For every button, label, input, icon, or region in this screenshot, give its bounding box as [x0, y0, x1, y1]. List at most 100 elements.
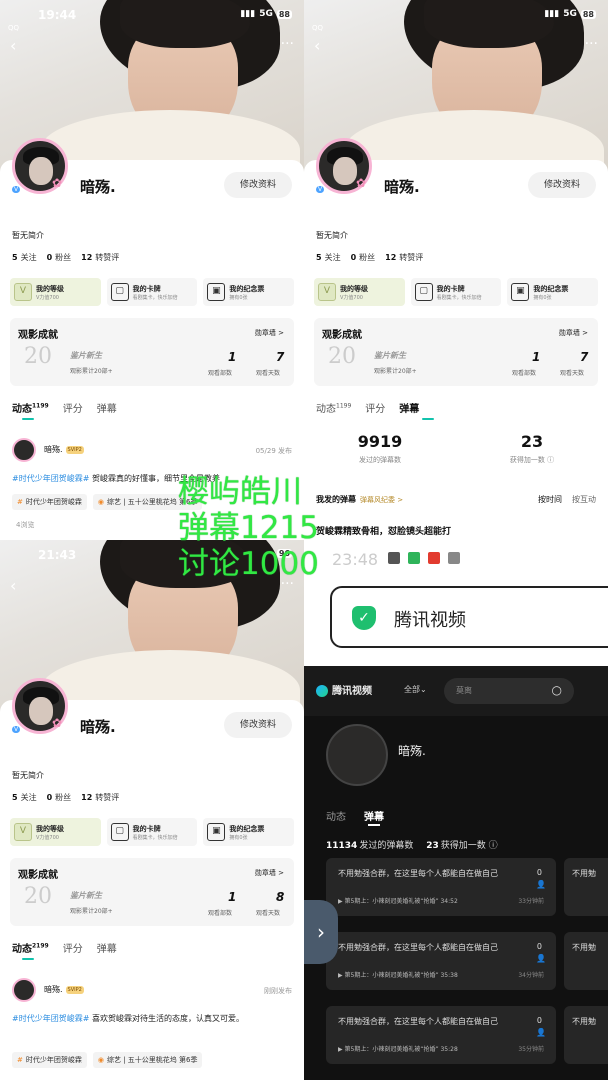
danmaku-card[interactable]: 不用勉强合群，在这里每个人都能自在做自己 0 👤 ▶ 第5期上：小辣刻冠美婚礼被… — [326, 1006, 556, 1064]
app-toast[interactable]: ✓ 腾讯视频 — [330, 586, 608, 648]
tab-underline — [22, 958, 34, 960]
sort-by-time[interactable]: 按时间 — [538, 494, 562, 505]
plus-one-icon[interactable]: 👤 — [536, 1028, 546, 1037]
overlay-line-2: 弹幕1215 — [178, 510, 319, 546]
back-icon[interactable]: ‹ — [10, 576, 16, 595]
tab-danmaku[interactable]: 弹幕 — [399, 400, 419, 415]
info-icon[interactable]: ⓘ — [547, 456, 554, 464]
achievement-panel[interactable]: 观影成就 勋章墙 > 20 鉴片新生 观影累计20部+ 1 观看部数 7 观看天… — [10, 318, 294, 386]
more-icon[interactable]: ··· — [585, 36, 598, 52]
show-chip[interactable]: ◉ 综艺 | 五十公里桃花坞 第6季 — [92, 1052, 203, 1068]
stat-fans[interactable]: 0 粉丝 — [351, 252, 376, 263]
topic-chip[interactable]: # 时代少年团贺峻霖 — [12, 1052, 87, 1068]
level-card[interactable]: V 我的等级 V力值700 — [10, 278, 101, 306]
topic-chip[interactable]: # 时代少年团贺峻霖 — [12, 494, 87, 510]
status-time: 23:48 — [332, 550, 379, 569]
tencent-logo-icon — [316, 685, 328, 697]
achievement-badge-icon: 20 — [24, 344, 52, 369]
danmaku-card-partial[interactable]: 不用勉 — [564, 932, 608, 990]
medal-wall-link[interactable]: 勋章墙 > — [255, 328, 284, 338]
tab-underline — [422, 418, 434, 420]
search-input[interactable]: 莫离 ○ — [444, 678, 574, 704]
stat-likes[interactable]: 12 转赞评 — [81, 792, 119, 803]
bio-text: 暂无简介 — [12, 771, 44, 780]
stat-fans[interactable]: 0 粉丝 — [47, 252, 72, 263]
battery-indicator: 88 — [276, 9, 292, 19]
profile-stats: 5 关注 0 粉丝 12 转赞评 — [12, 252, 119, 263]
status-bar-right: ▮▮▮ 5G 88 — [240, 9, 292, 19]
category-dropdown[interactable]: 全部⌄ — [404, 684, 427, 695]
tencent-tabs: 动态 弹幕 — [326, 808, 384, 823]
cards-card[interactable]: ▢ 我的卡牌 看剧集卡，快乐加倍 — [410, 278, 502, 306]
tab-rating[interactable]: 评分 — [365, 400, 385, 415]
profile-cards: V 我的等级 V力值700 ▢ 我的卡牌 看剧集卡，快乐加倍 ▣ 我的纪念票 拥有0张 — [10, 818, 295, 846]
post-date: 05/29 发布 — [255, 447, 292, 455]
edit-profile-button[interactable]: 修改资料 — [224, 712, 292, 738]
back-icon[interactable]: ‹ — [314, 36, 320, 55]
avatar-decoration-icon: ✿ — [356, 176, 367, 190]
search-placeholder: 莫离 — [456, 686, 472, 695]
medal-wall-link[interactable]: 勋章墙 > — [255, 868, 284, 878]
danmaku-card[interactable]: 不用勉强合群，在这里每个人都能自在做自己 0 👤 ▶ 第5期上：小辣刻冠美婚礼被… — [326, 932, 556, 990]
stat-following[interactable]: 5 关注 — [12, 252, 37, 263]
danmaku-card-partial[interactable]: 不用勉 — [564, 858, 608, 916]
tab-feed[interactable]: 动态2199 — [12, 940, 49, 955]
chevron-right-icon[interactable]: › — [304, 900, 338, 964]
days-label: 观看天数 — [256, 910, 281, 917]
level-card[interactable]: V 我的等级 V力值700 — [10, 818, 101, 846]
profile-tabs: 动态2199 评分 弹幕 — [12, 940, 117, 955]
overlay-line-1: 樱屿皓川 — [178, 474, 302, 510]
achievement-panel[interactable]: 观影成就 勋章墙 > 20 鉴片新生 观影累计20部+ 1 观看部数 7 观看天… — [314, 318, 598, 386]
post-avatar[interactable] — [12, 438, 36, 462]
status-time: 19:44 — [38, 8, 77, 22]
vip-badge-icon: V — [12, 726, 21, 733]
search-icon[interactable]: ○ — [552, 683, 562, 697]
danmaku-item[interactable]: 贺峻霖精致骨相，怼脸镜头超能打 — [316, 524, 451, 537]
danmaku-committee-link[interactable]: 弹幕风纪委 > — [360, 496, 403, 504]
plus-one-icon[interactable]: 👤 — [536, 954, 546, 963]
stat-likes[interactable]: 12 转赞评 — [81, 252, 119, 263]
more-icon[interactable]: ··· — [281, 36, 294, 52]
post-avatar[interactable] — [12, 978, 36, 1002]
level-card[interactable]: V 我的等级 V力值700 — [314, 278, 405, 306]
ticket-card[interactable]: ▣ 我的纪念票 拥有0张 — [507, 278, 599, 306]
achievement-title: 观影成就 — [18, 330, 58, 341]
tab-danmaku[interactable]: 弹幕 — [97, 400, 117, 415]
achievement-badge-icon: 20 — [328, 344, 356, 369]
tab-feed[interactable]: 动态1199 — [316, 400, 351, 415]
stat-fans[interactable]: 0 粉丝 — [47, 792, 72, 803]
post-hashtag[interactable]: #时代少年团贺峻霖# — [12, 474, 89, 483]
ticket-card[interactable]: ▣ 我的纪念票 拥有0张 — [203, 278, 295, 306]
achievement-panel[interactable]: 观影成就 勋章墙 > 20 鉴片新生 观影累计20部+ 1 观看部数 8 观看天… — [10, 858, 294, 926]
post-hashtag[interactable]: #时代少年团贺峻霖# — [12, 1014, 89, 1023]
edit-profile-button[interactable]: 修改资料 — [224, 172, 292, 198]
stat-following[interactable]: 5 关注 — [316, 252, 341, 263]
tencent-logo[interactable]: 腾讯视频 — [316, 682, 372, 697]
sort-by-interaction[interactable]: 按互动 — [572, 494, 596, 505]
ticket-icon: ▣ — [207, 283, 226, 301]
watched-label: 观看部数 — [208, 370, 233, 377]
avatar[interactable] — [326, 724, 388, 786]
edit-profile-button[interactable]: 修改资料 — [528, 172, 596, 198]
post-text[interactable]: #时代少年团贺峻霖# 喜欢贺峻霖对待生活的态度，认真又可爱。 — [12, 1012, 294, 1025]
cards-card[interactable]: ▢ 我的卡牌 看剧集卡，快乐加倍 — [106, 818, 198, 846]
stat-likes[interactable]: 12 转赞评 — [385, 252, 423, 263]
network-label: 5G — [259, 9, 273, 19]
tab-danmaku[interactable]: 弹幕 — [97, 940, 117, 955]
cards-card[interactable]: ▢ 我的卡牌 看剧集卡，快乐加倍 — [106, 278, 198, 306]
medal-wall-link[interactable]: 勋章墙 > — [559, 328, 588, 338]
post-chips: # 时代少年团贺峻霖 ◉ 综艺 | 五十公里桃花坞 第6季 — [12, 494, 203, 510]
tab-feed[interactable]: 动态1199 — [12, 400, 49, 415]
tab-danmaku[interactable]: 弹幕 — [364, 808, 384, 823]
tab-rating[interactable]: 评分 — [63, 400, 83, 415]
tab-rating[interactable]: 评分 — [63, 940, 83, 955]
profile-cards: V 我的等级 V力值700 ▢ 我的卡牌 看剧集卡，快乐加倍 ▣ 我的纪念票 拥有0张 — [10, 278, 295, 306]
stat-following[interactable]: 5 关注 — [12, 792, 37, 803]
ticket-card[interactable]: ▣ 我的纪念票 拥有0张 — [203, 818, 295, 846]
danmaku-card-partial[interactable]: 不用勉 — [564, 1006, 608, 1064]
tab-feed[interactable]: 动态 — [326, 808, 346, 823]
plus-one-icon[interactable]: 👤 — [536, 880, 546, 889]
info-icon[interactable]: ⓘ — [489, 841, 498, 851]
danmaku-card[interactable]: 不用勉强合群，在这里每个人都能自在做自己 0 👤 ▶ 第5期上：小辣刻冠美婚礼被… — [326, 858, 556, 916]
back-icon[interactable]: ‹ — [10, 36, 16, 55]
